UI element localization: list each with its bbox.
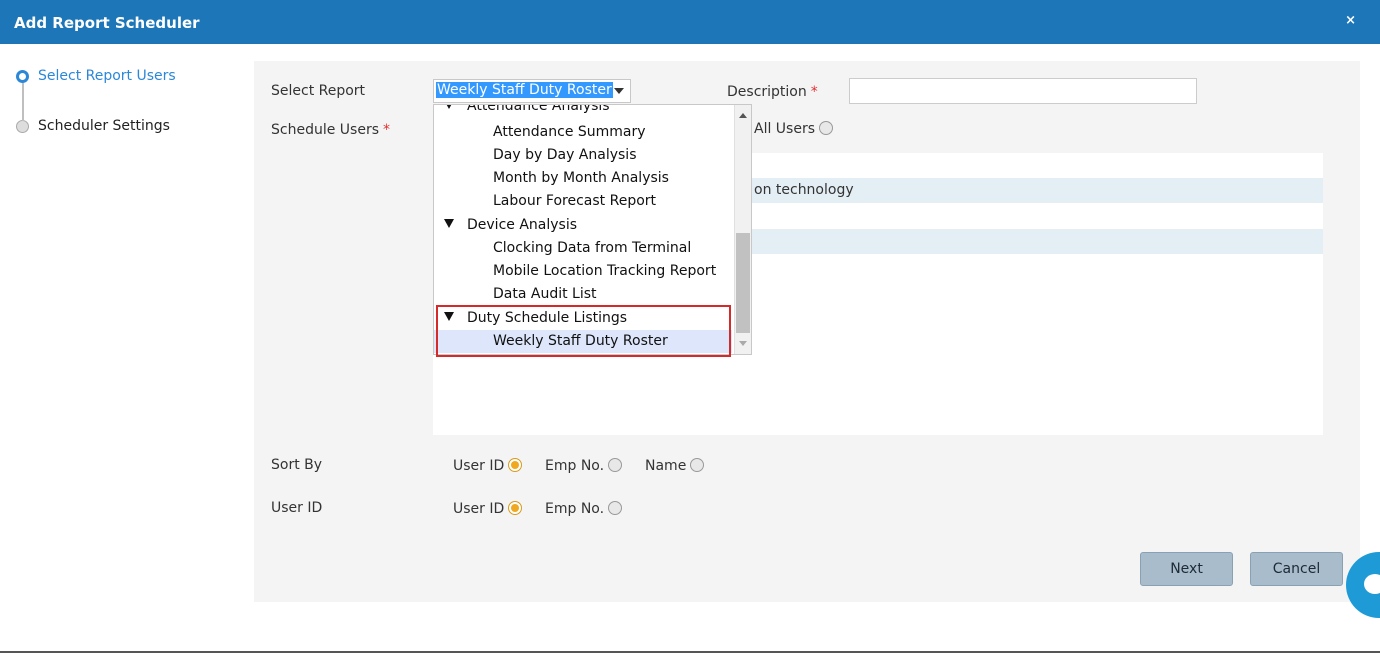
scrollbar-thumb[interactable] — [736, 233, 750, 333]
step-label: Scheduler Settings — [38, 118, 170, 134]
dropdown-option[interactable]: Mobile Location Tracking Report — [434, 260, 732, 283]
add-report-scheduler-dialog: Add Report Scheduler × Select Report Use… — [0, 0, 1380, 653]
dialog-title: Add Report Scheduler — [14, 14, 200, 32]
radio[interactable] — [608, 501, 623, 515]
dialog-titlebar: Add Report Scheduler × — [0, 0, 1380, 44]
schedule-users-label: Schedule Users * — [271, 122, 390, 138]
dropdown-option[interactable]: Attendance Summary — [434, 121, 732, 144]
expanded-triangle-icon — [444, 105, 454, 109]
select-report-label: Select Report — [271, 83, 366, 99]
select-report-value: Weekly Staff Duty Roster — [436, 82, 613, 98]
dropdown-scrollbar[interactable] — [734, 105, 751, 354]
radio-selected[interactable] — [508, 458, 523, 472]
close-icon[interactable]: × — [1345, 13, 1356, 28]
radio[interactable] — [608, 458, 623, 472]
scroll-up-icon[interactable] — [739, 113, 747, 118]
dropdown-group[interactable]: Attendance Analysis — [434, 105, 732, 118]
step-connector — [22, 83, 24, 121]
highlight-box — [436, 305, 731, 357]
dropdown-option[interactable]: Labour Forecast Report — [434, 190, 732, 213]
cancel-button[interactable]: Cancel — [1250, 552, 1343, 586]
scroll-down-icon[interactable] — [739, 341, 747, 346]
sort-by-name-option[interactable]: Name — [645, 458, 705, 474]
user-id-user-id-option[interactable]: User ID — [453, 501, 523, 517]
description-input[interactable] — [849, 78, 1197, 104]
chevron-down-icon — [614, 88, 624, 94]
step-active-indicator — [16, 70, 29, 83]
next-button[interactable]: Next — [1140, 552, 1233, 586]
user-id-emp-no-option[interactable]: Emp No. — [545, 501, 623, 517]
user-id-label: User ID — [271, 500, 323, 516]
radio-selected[interactable] — [508, 501, 523, 515]
sort-by-user-id-option[interactable]: User ID — [453, 458, 523, 474]
dropdown-option[interactable]: Day by Day Analysis — [434, 144, 732, 167]
step-label: Select Report Users — [38, 68, 176, 84]
chat-bubble-icon — [1364, 574, 1380, 594]
all-users-radio[interactable] — [819, 121, 834, 135]
expanded-triangle-icon — [444, 219, 454, 228]
sort-by-label: Sort By — [271, 457, 323, 473]
sort-by-emp-no-option[interactable]: Emp No. — [545, 458, 623, 474]
all-users-option[interactable]: All Users — [754, 121, 834, 137]
dropdown-option[interactable]: Clocking Data from Terminal — [434, 237, 732, 260]
dropdown-option[interactable]: Data Audit List — [434, 283, 732, 306]
select-report-dropdown[interactable]: Weekly Staff Duty Roster — [433, 79, 631, 103]
dropdown-group[interactable]: Device Analysis — [434, 214, 732, 237]
description-label: Description * — [727, 84, 818, 100]
radio[interactable] — [690, 458, 705, 472]
dropdown-option[interactable]: Month by Month Analysis — [434, 167, 732, 190]
step-inactive-indicator — [16, 120, 29, 133]
